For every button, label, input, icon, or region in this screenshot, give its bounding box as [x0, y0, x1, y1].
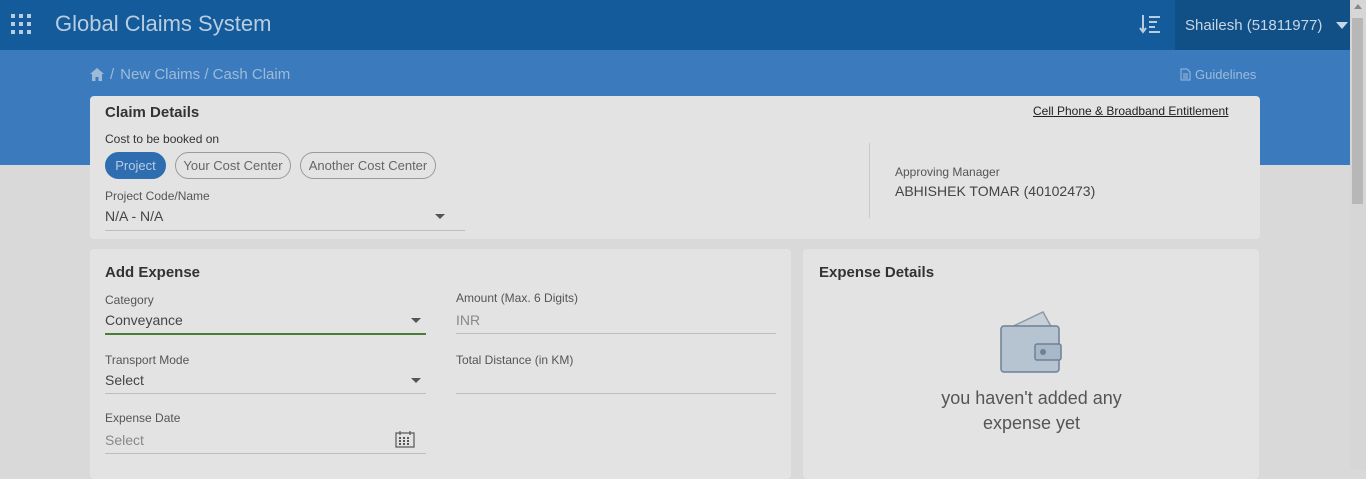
guidelines-link[interactable]: Guidelines	[1180, 67, 1256, 82]
expense-date-placeholder: Select	[105, 432, 144, 448]
entitlement-link[interactable]: Cell Phone & Broadband Entitlement	[1033, 104, 1228, 118]
transport-mode-label: Transport Mode	[105, 353, 190, 367]
vertical-divider	[869, 143, 870, 218]
top-navigation-bar: Global Claims System Shailesh (51811977)	[0, 0, 1350, 50]
category-underline	[105, 333, 426, 335]
cost-option-your-cost-center[interactable]: Your Cost Center	[175, 152, 291, 179]
total-distance-label: Total Distance (in KM)	[456, 353, 574, 367]
category-label: Category	[105, 293, 154, 307]
amount-placeholder: INR	[456, 312, 481, 328]
chevron-down-icon	[411, 378, 421, 383]
apps-grid-icon[interactable]	[11, 14, 31, 34]
document-icon	[1180, 68, 1191, 81]
add-expense-title: Add Expense	[105, 264, 201, 281]
calendar-icon[interactable]	[395, 430, 415, 448]
cost-booked-label: Cost to be booked on	[105, 132, 220, 146]
empty-expense-message: you haven't added any expense yet	[941, 388, 1122, 433]
transport-mode-value: Select	[105, 372, 144, 388]
chevron-down-icon	[1336, 21, 1349, 29]
scrollbar-thumb[interactable]	[1352, 18, 1363, 204]
amount-underline	[456, 333, 776, 334]
app-title: Global Claims System	[55, 11, 272, 36]
add-expense-card	[90, 249, 791, 479]
transport-mode-underline	[105, 393, 426, 394]
cost-option-another-cost-center[interactable]: Another Cost Center	[300, 152, 436, 179]
amount-label: Amount (Max. 6 Digits)	[456, 291, 579, 305]
scroll-up-arrow-icon[interactable]	[1354, 4, 1362, 9]
expense-date-label: Expense Date	[105, 411, 181, 425]
home-icon[interactable]	[90, 68, 104, 81]
user-menu[interactable]: Shailesh (51811977)	[1175, 0, 1350, 50]
breadcrumb: / New Claims / Cash Claim	[90, 66, 290, 83]
breadcrumb-path[interactable]: New Claims / Cash Claim	[120, 66, 290, 83]
project-code-value: N/A - N/A	[105, 208, 164, 224]
approving-manager-label: Approving Manager	[895, 165, 1000, 179]
expense-date-underline	[105, 453, 426, 454]
chevron-down-icon	[411, 318, 421, 323]
user-name: Shailesh (51811977)	[1185, 16, 1323, 34]
approving-manager-value: ABHISHEK TOMAR (40102473)	[895, 183, 1096, 199]
guidelines-label: Guidelines	[1195, 67, 1257, 82]
claim-details-title: Claim Details	[105, 104, 200, 121]
wallet-icon	[1000, 311, 1062, 373]
cost-option-project[interactable]: Project	[105, 152, 166, 179]
project-code-underline	[105, 230, 465, 231]
expense-details-title: Expense Details	[819, 264, 935, 281]
category-value: Conveyance	[105, 312, 183, 328]
total-distance-underline	[456, 393, 776, 394]
project-code-label: Project Code/Name	[105, 189, 210, 203]
sort-list-icon[interactable]	[1139, 13, 1161, 35]
breadcrumb-separator: /	[110, 66, 115, 83]
chevron-down-icon	[435, 214, 445, 219]
